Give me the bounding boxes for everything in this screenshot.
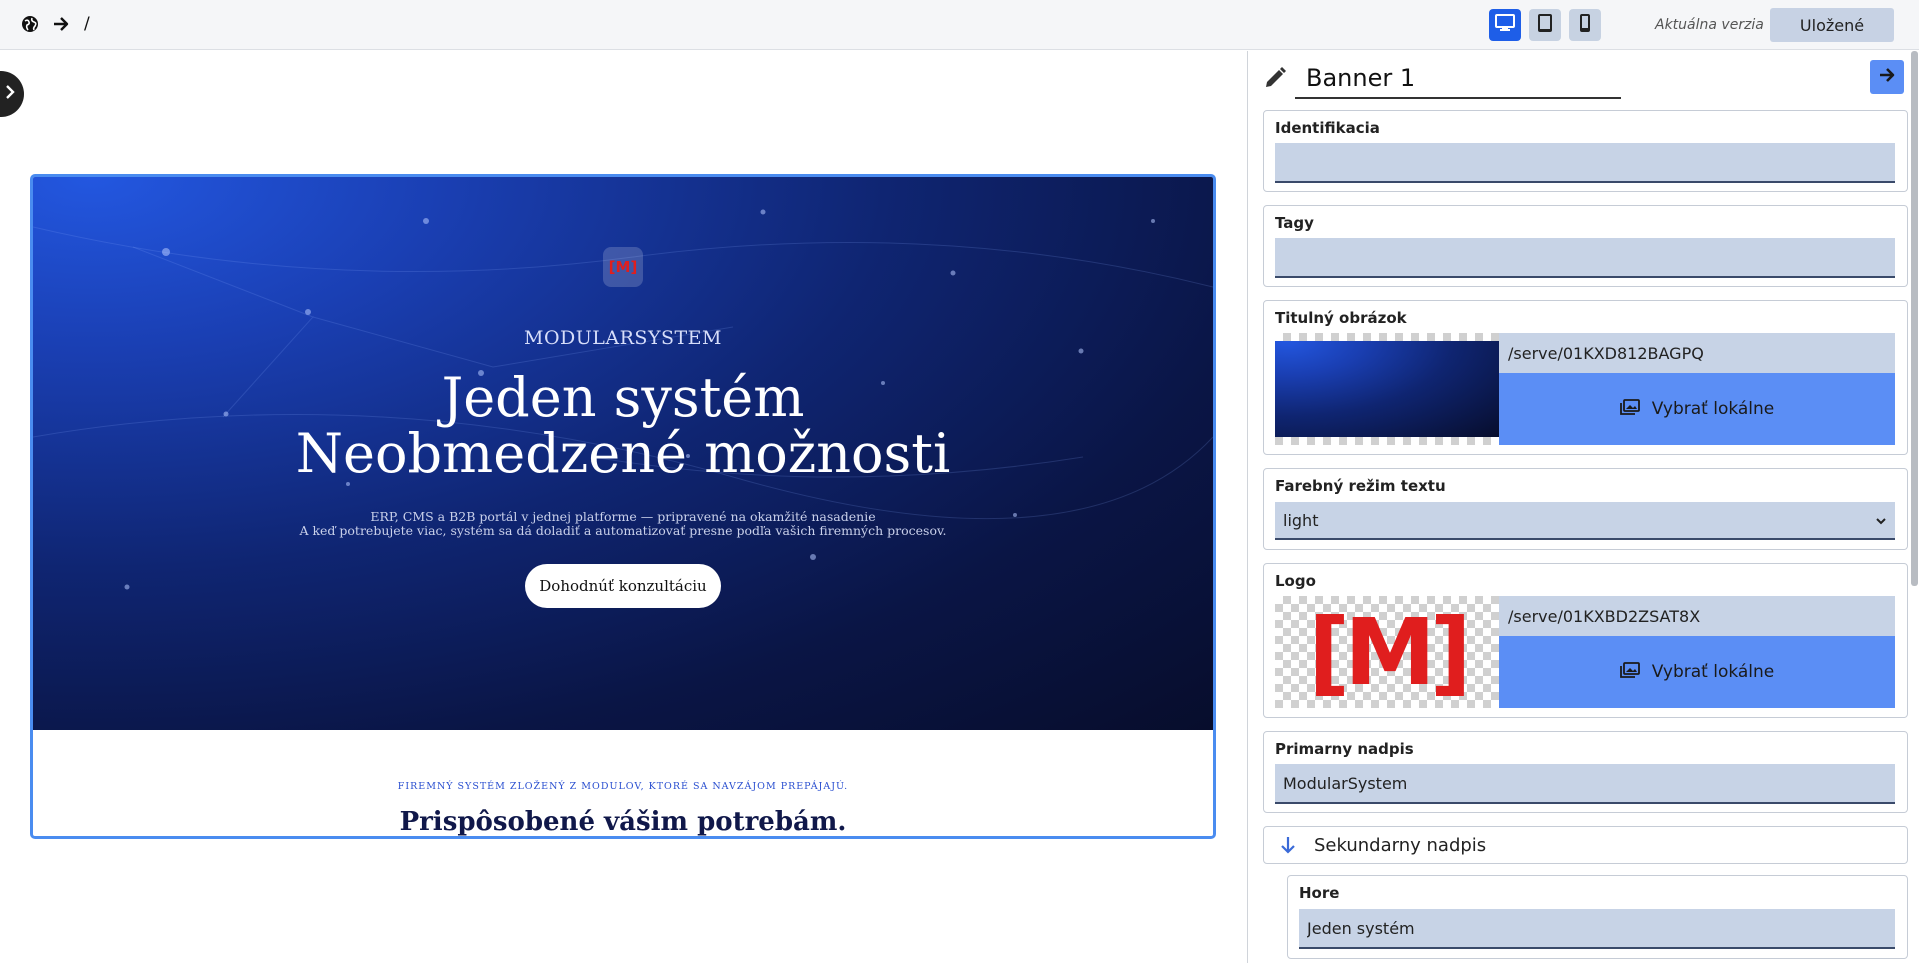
consultation-button[interactable]: Dohodnúť konzultáciu <box>525 564 721 608</box>
logo-field: Logo [M] /serve/01KXBD2ZSAT8X Vybrať lok… <box>1263 563 1908 718</box>
title-image-path: /serve/01KXD812BAGPQ <box>1499 333 1895 373</box>
logo-pick-button[interactable]: Vybrať lokálne <box>1499 636 1895 708</box>
identifikacia-label: Identifikacia <box>1275 119 1380 137</box>
version-label: Aktuálna verzia <box>1655 17 1764 33</box>
logo-thumbnail: [M] <box>1275 596 1499 708</box>
primarny-nadpis-field: Primarny nadpis <box>1263 731 1908 813</box>
desktop-icon <box>1495 14 1515 36</box>
farebny-rezim-field: Farebný režim textu light <box>1263 468 1908 550</box>
logo-label: Logo <box>1275 572 1316 590</box>
tablet-view-button[interactable] <box>1529 9 1561 41</box>
hero-title-line1: Jeden systém <box>441 366 805 429</box>
images-icon <box>1619 661 1640 683</box>
properties-panel: Identifikacia Tagy Titulný obrázok /serv… <box>1247 51 1919 963</box>
section-eyebrow: FIREMNÝ SYSTÉM ZLOŽENÝ Z MODULOV, KTORÉ … <box>397 781 849 792</box>
title-image-thumbnail <box>1275 333 1499 445</box>
chevron-down-icon <box>1875 512 1887 531</box>
hero-title-line2: Neobmedzené možnosti <box>295 422 951 485</box>
identifikacia-field: Identifikacia <box>1263 110 1908 192</box>
tagy-label: Tagy <box>1275 214 1314 232</box>
title-image-pick-button[interactable]: Vybrať lokálne <box>1499 373 1895 445</box>
logo-path: /serve/01KXBD2ZSAT8X <box>1499 596 1895 636</box>
logo-thumbnail-mark: [M] <box>1308 598 1472 706</box>
block-title-input[interactable] <box>1295 59 1621 99</box>
top-toolbar: / Aktuálna verzia Uložené <box>0 0 1919 50</box>
sekundarny-nadpis-label: Sekundarny nadpis <box>1314 834 1487 856</box>
tagy-field: Tagy <box>1263 205 1908 287</box>
identifikacia-input[interactable] <box>1275 143 1895 183</box>
section-title: Prispôsobené vášim potrebám. <box>399 807 847 837</box>
hero-subtitle-line1: ERP, CMS a B2B portál v jednej platforme… <box>370 509 876 524</box>
tagy-input[interactable] <box>1275 238 1895 278</box>
hero-logo: [M] <box>603 247 643 287</box>
text-color-mode-value: light <box>1283 510 1319 530</box>
panel-header <box>1248 51 1919 107</box>
title-image-pick-label: Vybrať lokálne <box>1651 399 1775 419</box>
pencil-icon <box>1262 65 1288 91</box>
hero-subtitle: ERP, CMS a B2B portál v jednej platforme… <box>33 510 1213 538</box>
saved-button[interactable]: Uložené <box>1770 8 1894 42</box>
arrow-right-icon <box>1877 65 1897 89</box>
mobile-view-button[interactable] <box>1569 9 1601 41</box>
images-icon <box>1619 398 1640 420</box>
arrow-down-icon <box>1280 836 1296 858</box>
titulny-obrazok-field: Titulný obrázok /serve/01KXD812BAGPQ Vyb… <box>1263 300 1908 455</box>
hero-brand: MODULARSYSTEM <box>524 327 722 349</box>
sekundarny-nadpis-toggle[interactable]: Sekundarny nadpis <box>1263 826 1908 864</box>
text-color-mode-select[interactable]: light <box>1275 502 1895 540</box>
hero-section: [M] MODULARSYSTEM Jeden systém Neobmedze… <box>33 177 1213 730</box>
logo-pick-label: Vybrať lokálne <box>1651 662 1775 682</box>
hero-subtitle-line2: A keď potrebujete viac, systém sa dá dol… <box>299 523 947 538</box>
desktop-view-button[interactable] <box>1489 9 1521 41</box>
close-panel-button[interactable] <box>1870 60 1904 94</box>
hore-label: Hore <box>1299 884 1340 902</box>
primarny-nadpis-label: Primarny nadpis <box>1275 740 1414 758</box>
current-path: / <box>84 14 90 34</box>
banner-preview[interactable]: [M] MODULARSYSTEM Jeden systém Neobmedze… <box>30 174 1216 839</box>
titulny-obrazok-label: Titulný obrázok <box>1275 309 1407 327</box>
hero-title: Jeden systém Neobmedzené možnosti <box>33 370 1213 482</box>
panel-scrollbar[interactable] <box>1911 51 1918 586</box>
chevron-right-icon <box>4 84 16 104</box>
globe-icon[interactable] <box>19 13 41 35</box>
tablet-icon <box>1537 13 1553 37</box>
hore-input[interactable] <box>1299 909 1895 949</box>
farebny-rezim-label: Farebný režim textu <box>1275 477 1446 495</box>
sidebar-toggle[interactable] <box>0 71 24 117</box>
arrow-right-icon[interactable] <box>50 13 72 35</box>
hore-field: Hore <box>1287 875 1908 959</box>
primarny-nadpis-input[interactable] <box>1275 764 1895 804</box>
mobile-icon <box>1579 13 1591 37</box>
